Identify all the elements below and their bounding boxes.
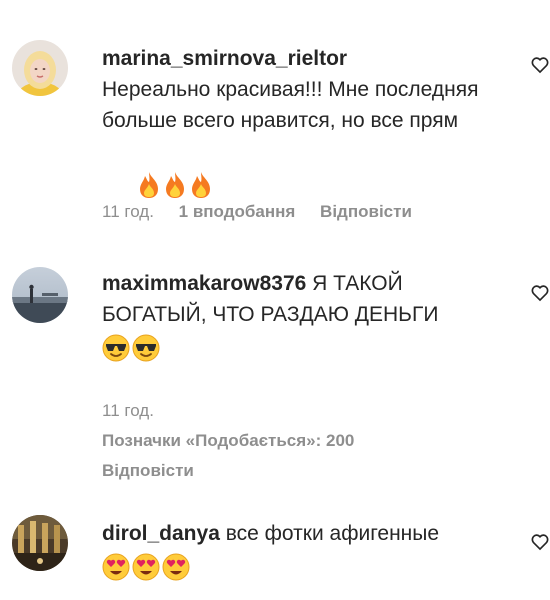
heart-eyes-emoji [162, 553, 190, 581]
likes-count-button[interactable]: 1 вподобання [179, 202, 296, 221]
comment-2: maximmakarow8376 Я ТАКОЙ БОГАТЫЙ, ЧТО РА… [0, 240, 550, 490]
comment-text: все фотки афигенные [225, 522, 440, 545]
comment-time[interactable]: 11 год. [102, 202, 154, 221]
avatar-maximmakarow[interactable] [12, 267, 68, 323]
heart-outline-icon[interactable] [530, 283, 550, 303]
heart-outline-icon[interactable] [530, 55, 550, 75]
sunglasses-emoji-group [102, 331, 162, 362]
comment-meta: 11 год. 1 вподобання Відповісти [102, 202, 432, 222]
comment-text-block: maximmakarow8376 Я ТАКОЙ БОГАТЫЙ, ЧТО РА… [102, 268, 512, 362]
sunglasses-emoji [132, 334, 160, 362]
heart-eyes-emoji [132, 553, 160, 581]
comment-username[interactable]: marina_smirnova_rieltor [102, 47, 347, 70]
fire-emoji-group [102, 137, 215, 198]
comment-time[interactable]: 11 год. [102, 396, 354, 426]
comment-1: marina_smirnova_rieltor Нереально красив… [0, 0, 550, 240]
fire-emoji [140, 171, 159, 198]
avatar-marina[interactable] [12, 40, 68, 96]
comment-text-block: dirol_danya все фотки афигенные [102, 518, 512, 581]
sunglasses-emoji [102, 334, 130, 362]
comment-username[interactable]: dirol_danya [102, 522, 220, 545]
fire-emoji [192, 171, 211, 198]
comment-text: Нереально красивая!!! Мне последняя боль… [102, 78, 485, 132]
likes-count-button[interactable]: Позначки «Подобається»: 200 [102, 426, 354, 456]
reply-button[interactable]: Відповісти [320, 202, 412, 221]
comment-username[interactable]: maximmakarow8376 [102, 272, 306, 295]
fire-emoji [166, 171, 185, 198]
avatar-dirol-danya[interactable] [12, 515, 68, 571]
comment-3: dirol_danya все фотки афигенные [0, 490, 550, 600]
reply-button[interactable]: Відповісти [102, 456, 354, 486]
comment-text-block: marina_smirnova_rieltor Нереально красив… [102, 43, 512, 198]
heart-eyes-emoji [102, 553, 130, 581]
comment-meta: 11 год. Позначки «Подобається»: 200 Відп… [102, 396, 354, 486]
heart-outline-icon[interactable] [530, 532, 550, 552]
heart-eyes-emoji-group [102, 550, 192, 581]
